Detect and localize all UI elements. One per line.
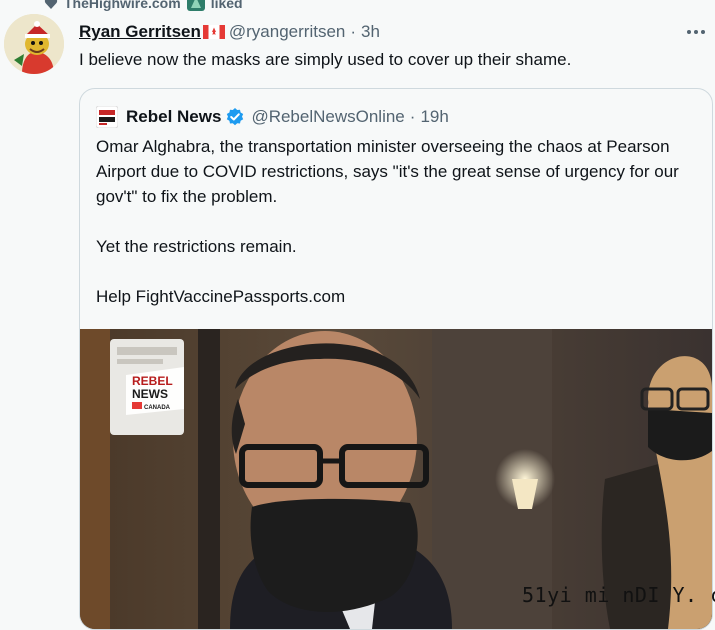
social-context-action: liked <box>210 0 243 11</box>
site-watermark: 51yi mi nDI Y. com <box>522 583 715 607</box>
logo-word-rebel: REBEL <box>132 374 173 388</box>
canada-flag-icon <box>202 25 225 39</box>
quoted-author-handle[interactable]: @RebelNewsOnline <box>251 107 404 127</box>
tweet-header: Ryan Gerritsen @ryangerritsen · 3h <box>79 21 380 43</box>
social-context-user[interactable]: TheHighwire.com <box>64 0 181 11</box>
rebel-news-watermark-logo: REBEL NEWS CANADA <box>126 367 184 415</box>
logo-word-news: NEWS <box>132 387 168 401</box>
verified-badge-icon <box>227 108 244 126</box>
avatar-image <box>4 14 64 74</box>
quoted-paragraph: Yet the restrictions remain. <box>96 237 297 256</box>
more-icon[interactable] <box>683 22 709 42</box>
separator-dot: · <box>409 107 416 126</box>
tweet-text: I believe now the masks are simply used … <box>79 50 572 69</box>
quoted-tweet-header: Rebel News @RebelNewsOnline · 19h <box>96 105 449 129</box>
quoted-paragraph: Omar Alghabra, the transportation minist… <box>96 137 679 206</box>
quoted-tweet-time[interactable]: 19h <box>420 107 448 127</box>
quoted-author-name[interactable]: Rebel News <box>126 107 221 127</box>
rebel-news-avatar[interactable] <box>96 106 118 128</box>
separator-dot: · <box>350 22 357 41</box>
social-context: TheHighwire.com liked <box>44 0 243 12</box>
author-handle[interactable]: @ryangerritsen <box>229 22 345 42</box>
quoted-tweet-text: Omar Alghabra, the transportation minist… <box>96 134 696 334</box>
logo-word-canada: CANADA <box>144 405 171 411</box>
heart-icon <box>44 0 58 9</box>
quoted-tweet[interactable]: Rebel News @RebelNewsOnline · 19h Omar A… <box>79 88 713 630</box>
avatar[interactable] <box>4 14 64 74</box>
author-name[interactable]: Ryan Gerritsen <box>79 22 201 42</box>
tweet-time[interactable]: 3h <box>361 22 380 42</box>
quoted-paragraph: Help FightVaccinePassports.com <box>96 287 346 306</box>
christmas-tree-icon <box>186 0 205 11</box>
